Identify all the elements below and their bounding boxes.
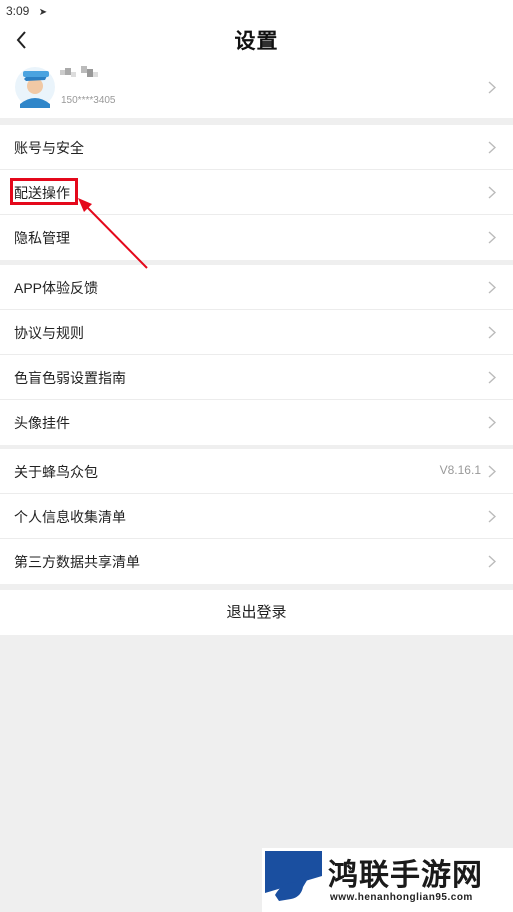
chevron-right-icon — [488, 555, 496, 568]
menu-item-label: 头像挂件 — [14, 415, 70, 431]
watermark-title: 鸿联手游网 — [328, 858, 483, 893]
horse-logo-icon — [265, 851, 322, 909]
menu-item-about[interactable]: 关于蜂鸟众包 V8.16.1 — [0, 449, 513, 494]
version-text: V8.16.1 — [439, 463, 481, 477]
menu-item-label: 色盲色弱设置指南 — [14, 370, 126, 386]
settings-group-general: APP体验反馈 协议与规则 色盲色弱设置指南 头像挂件 — [0, 265, 513, 445]
menu-item-color-blind-guide[interactable]: 色盲色弱设置指南 — [0, 355, 513, 400]
masked-username — [60, 66, 98, 77]
chevron-right-icon — [488, 326, 496, 339]
menu-item-privacy[interactable]: 隐私管理 — [0, 215, 513, 260]
menu-item-agreements[interactable]: 协议与规则 — [0, 310, 513, 355]
chevron-right-icon — [488, 81, 496, 94]
menu-item-label: APP体验反馈 — [14, 280, 99, 296]
menu-item-label: 协议与规则 — [14, 325, 84, 341]
settings-group-about: 关于蜂鸟众包 V8.16.1 个人信息收集清单 第三方数据共享清单 — [0, 449, 513, 584]
chevron-right-icon — [488, 416, 496, 429]
chevron-right-icon — [488, 510, 496, 523]
watermark-url: www.henanhonglian95.com — [330, 892, 473, 903]
chevron-right-icon — [488, 281, 496, 294]
menu-item-account-security[interactable]: 账号与安全 — [0, 125, 513, 170]
chevron-right-icon — [488, 231, 496, 244]
menu-item-app-feedback[interactable]: APP体验反馈 — [0, 265, 513, 310]
page-title: 设置 — [234, 30, 279, 53]
courier-avatar-icon — [15, 67, 55, 108]
location-arrow-icon: ➤ — [38, 7, 48, 18]
menu-item-third-party-sharing[interactable]: 第三方数据共享清单 — [0, 539, 513, 584]
status-bar: 3:09 ➤ — [0, 0, 513, 22]
menu-item-label: 账号与安全 — [14, 140, 84, 156]
profile-row[interactable]: 150****3405 — [0, 58, 513, 118]
menu-item-personal-info-list[interactable]: 个人信息收集清单 — [0, 494, 513, 539]
status-time: 3:09 — [6, 4, 30, 18]
menu-item-label: 隐私管理 — [14, 230, 70, 246]
chevron-right-icon — [488, 371, 496, 384]
watermark: 鸿联手游网 www.henanhonglian95.com — [262, 848, 513, 912]
page-header: 设置 — [0, 22, 513, 58]
chevron-right-icon — [488, 465, 496, 478]
menu-item-avatar-pendant[interactable]: 头像挂件 — [0, 400, 513, 445]
chevron-right-icon — [488, 186, 496, 199]
phone-number: 150****3405 — [61, 95, 116, 106]
annotation-highlight-box — [10, 178, 78, 205]
menu-item-label: 个人信息收集清单 — [14, 509, 126, 525]
menu-item-label: 关于蜂鸟众包 — [14, 464, 98, 480]
logout-button[interactable]: 退出登录 — [0, 590, 513, 635]
chevron-right-icon — [488, 141, 496, 154]
menu-item-label: 第三方数据共享清单 — [14, 554, 140, 570]
